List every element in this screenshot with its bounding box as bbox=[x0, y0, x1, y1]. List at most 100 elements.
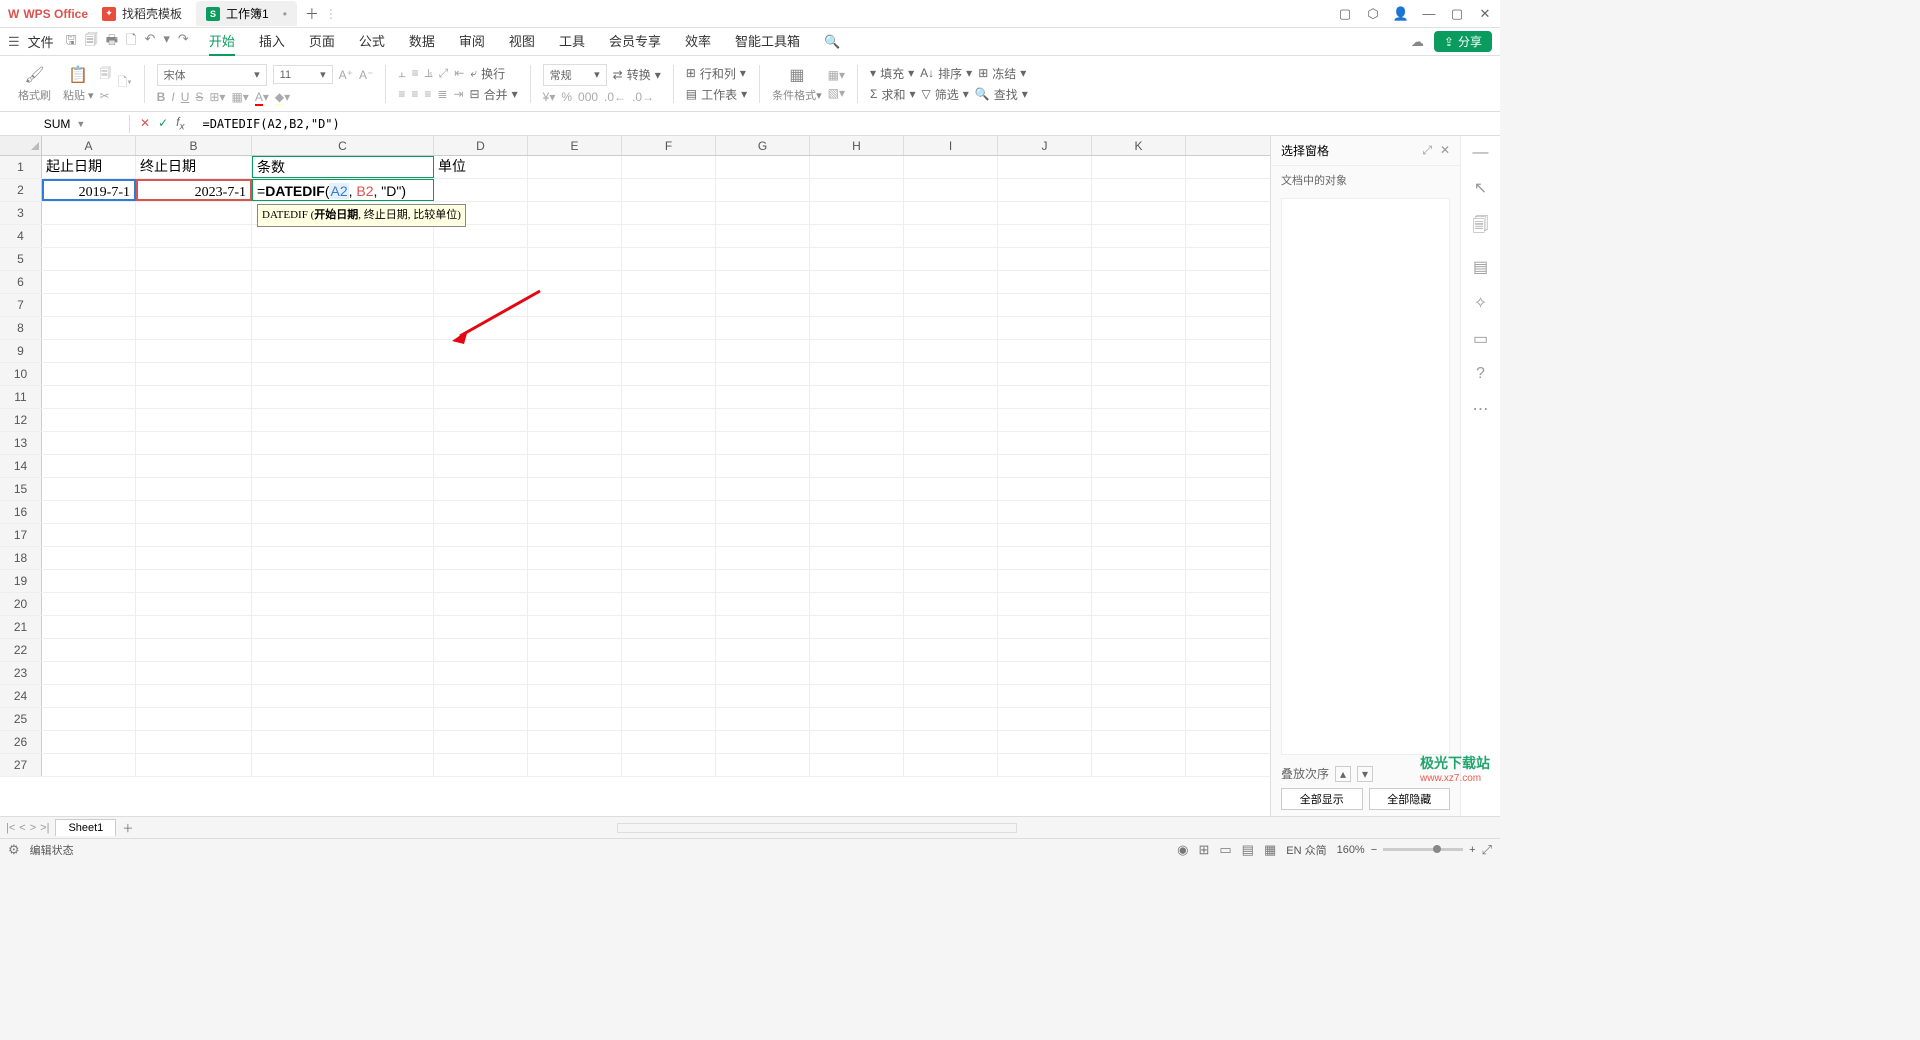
cell[interactable] bbox=[528, 386, 622, 408]
cell-C1[interactable]: 条数 bbox=[252, 156, 434, 178]
cell[interactable] bbox=[810, 478, 904, 500]
cell[interactable] bbox=[810, 156, 904, 178]
row-header-18[interactable]: 18 bbox=[0, 547, 42, 569]
cell[interactable] bbox=[810, 731, 904, 753]
select-all-corner[interactable] bbox=[0, 136, 42, 155]
sum-button[interactable]: Σ 求和▾ bbox=[870, 86, 915, 103]
cell[interactable] bbox=[1092, 179, 1186, 201]
align-bottom-icon[interactable]: ⫡ bbox=[425, 66, 433, 81]
cell[interactable] bbox=[998, 386, 1092, 408]
cell[interactable] bbox=[998, 432, 1092, 454]
cell[interactable] bbox=[810, 386, 904, 408]
cell-B1[interactable]: 终止日期 bbox=[136, 156, 252, 178]
selection-pane-list[interactable] bbox=[1281, 198, 1450, 755]
fullscreen-icon[interactable]: ⤢ bbox=[1482, 842, 1492, 858]
cell[interactable] bbox=[622, 455, 716, 477]
worksheet-button[interactable]: ▤ 工作表▾ bbox=[686, 86, 747, 103]
cell[interactable] bbox=[622, 294, 716, 316]
cell[interactable] bbox=[716, 731, 810, 753]
cell[interactable] bbox=[716, 248, 810, 270]
cell[interactable] bbox=[810, 685, 904, 707]
cell[interactable] bbox=[904, 248, 998, 270]
add-sheet-button[interactable]: ＋ bbox=[122, 820, 133, 836]
cell[interactable] bbox=[434, 731, 528, 753]
cell[interactable] bbox=[810, 547, 904, 569]
cell[interactable] bbox=[904, 202, 998, 224]
cell[interactable] bbox=[1092, 432, 1186, 454]
undo-icon[interactable]: ↶ bbox=[144, 31, 155, 53]
cell[interactable] bbox=[42, 708, 136, 730]
tab-formula[interactable]: 公式 bbox=[359, 27, 385, 56]
cell[interactable] bbox=[1092, 639, 1186, 661]
cell[interactable] bbox=[42, 432, 136, 454]
format-painter-button[interactable]: 🖌格式刷 bbox=[18, 65, 51, 103]
cell[interactable] bbox=[528, 501, 622, 523]
cell[interactable] bbox=[1092, 248, 1186, 270]
template-tab[interactable]: ✦ 找稻壳模板 bbox=[92, 1, 192, 26]
cell[interactable] bbox=[528, 409, 622, 431]
cell[interactable] bbox=[136, 731, 252, 753]
cell[interactable] bbox=[904, 409, 998, 431]
decrease-font-icon[interactable]: A⁻ bbox=[359, 68, 373, 82]
cell[interactable] bbox=[810, 363, 904, 385]
cell[interactable] bbox=[716, 179, 810, 201]
align-center-icon[interactable]: ≡ bbox=[411, 87, 418, 101]
cell[interactable] bbox=[998, 317, 1092, 339]
cell[interactable] bbox=[252, 570, 434, 592]
cell[interactable] bbox=[904, 386, 998, 408]
cell[interactable] bbox=[1092, 547, 1186, 569]
cell[interactable] bbox=[252, 524, 434, 546]
cell[interactable] bbox=[42, 271, 136, 293]
ime-indicator[interactable]: EN 众简 bbox=[1286, 842, 1326, 858]
cell[interactable] bbox=[528, 570, 622, 592]
workbook-tab[interactable]: S 工作簿1 • bbox=[196, 1, 297, 26]
cell[interactable] bbox=[716, 501, 810, 523]
cell[interactable] bbox=[528, 225, 622, 247]
font-size-select[interactable]: 11▾ bbox=[273, 65, 333, 84]
row-header-12[interactable]: 12 bbox=[0, 409, 42, 431]
fill-color-icon[interactable]: ◆▾ bbox=[275, 90, 290, 104]
cell[interactable] bbox=[42, 685, 136, 707]
col-header-E[interactable]: E bbox=[528, 136, 622, 155]
row-header-9[interactable]: 9 bbox=[0, 340, 42, 362]
next-sheet-icon[interactable]: > bbox=[30, 822, 36, 834]
print-preview-icon[interactable]: 🗋 bbox=[126, 31, 136, 53]
increase-decimal-icon[interactable]: .0← bbox=[604, 90, 626, 104]
col-header-D[interactable]: D bbox=[434, 136, 528, 155]
cell[interactable] bbox=[434, 340, 528, 362]
underline-icon[interactable]: U bbox=[181, 90, 190, 104]
cell[interactable] bbox=[810, 662, 904, 684]
eye-icon[interactable]: ◉ bbox=[1177, 842, 1188, 858]
indent-right-icon[interactable]: ⇥ bbox=[453, 87, 463, 101]
cell[interactable] bbox=[252, 501, 434, 523]
cell[interactable] bbox=[810, 754, 904, 776]
cell[interactable] bbox=[42, 731, 136, 753]
cell[interactable] bbox=[998, 570, 1092, 592]
cell[interactable] bbox=[42, 455, 136, 477]
cell[interactable] bbox=[716, 271, 810, 293]
cell[interactable] bbox=[1092, 685, 1186, 707]
cell[interactable] bbox=[434, 225, 528, 247]
cell[interactable] bbox=[434, 294, 528, 316]
move-up-button[interactable]: ▴ bbox=[1335, 766, 1351, 782]
cell[interactable] bbox=[42, 570, 136, 592]
collapse-sidebar-icon[interactable]: — bbox=[1473, 144, 1489, 162]
name-box[interactable]: SUM▼ bbox=[0, 115, 130, 133]
cell[interactable] bbox=[136, 271, 252, 293]
tab-menu-button[interactable]: ⋮ bbox=[325, 7, 337, 21]
cell[interactable] bbox=[1092, 501, 1186, 523]
strikethrough-icon[interactable]: S bbox=[195, 90, 203, 104]
cell[interactable] bbox=[434, 593, 528, 615]
cell[interactable] bbox=[1092, 616, 1186, 638]
cell[interactable] bbox=[998, 225, 1092, 247]
cell[interactable] bbox=[716, 202, 810, 224]
cell[interactable] bbox=[434, 248, 528, 270]
cell[interactable] bbox=[42, 363, 136, 385]
row-header-16[interactable]: 16 bbox=[0, 501, 42, 523]
cell[interactable] bbox=[810, 225, 904, 247]
cell[interactable] bbox=[252, 455, 434, 477]
cell[interactable] bbox=[136, 478, 252, 500]
cell[interactable] bbox=[1092, 202, 1186, 224]
row-header-15[interactable]: 15 bbox=[0, 478, 42, 500]
cell[interactable] bbox=[622, 639, 716, 661]
